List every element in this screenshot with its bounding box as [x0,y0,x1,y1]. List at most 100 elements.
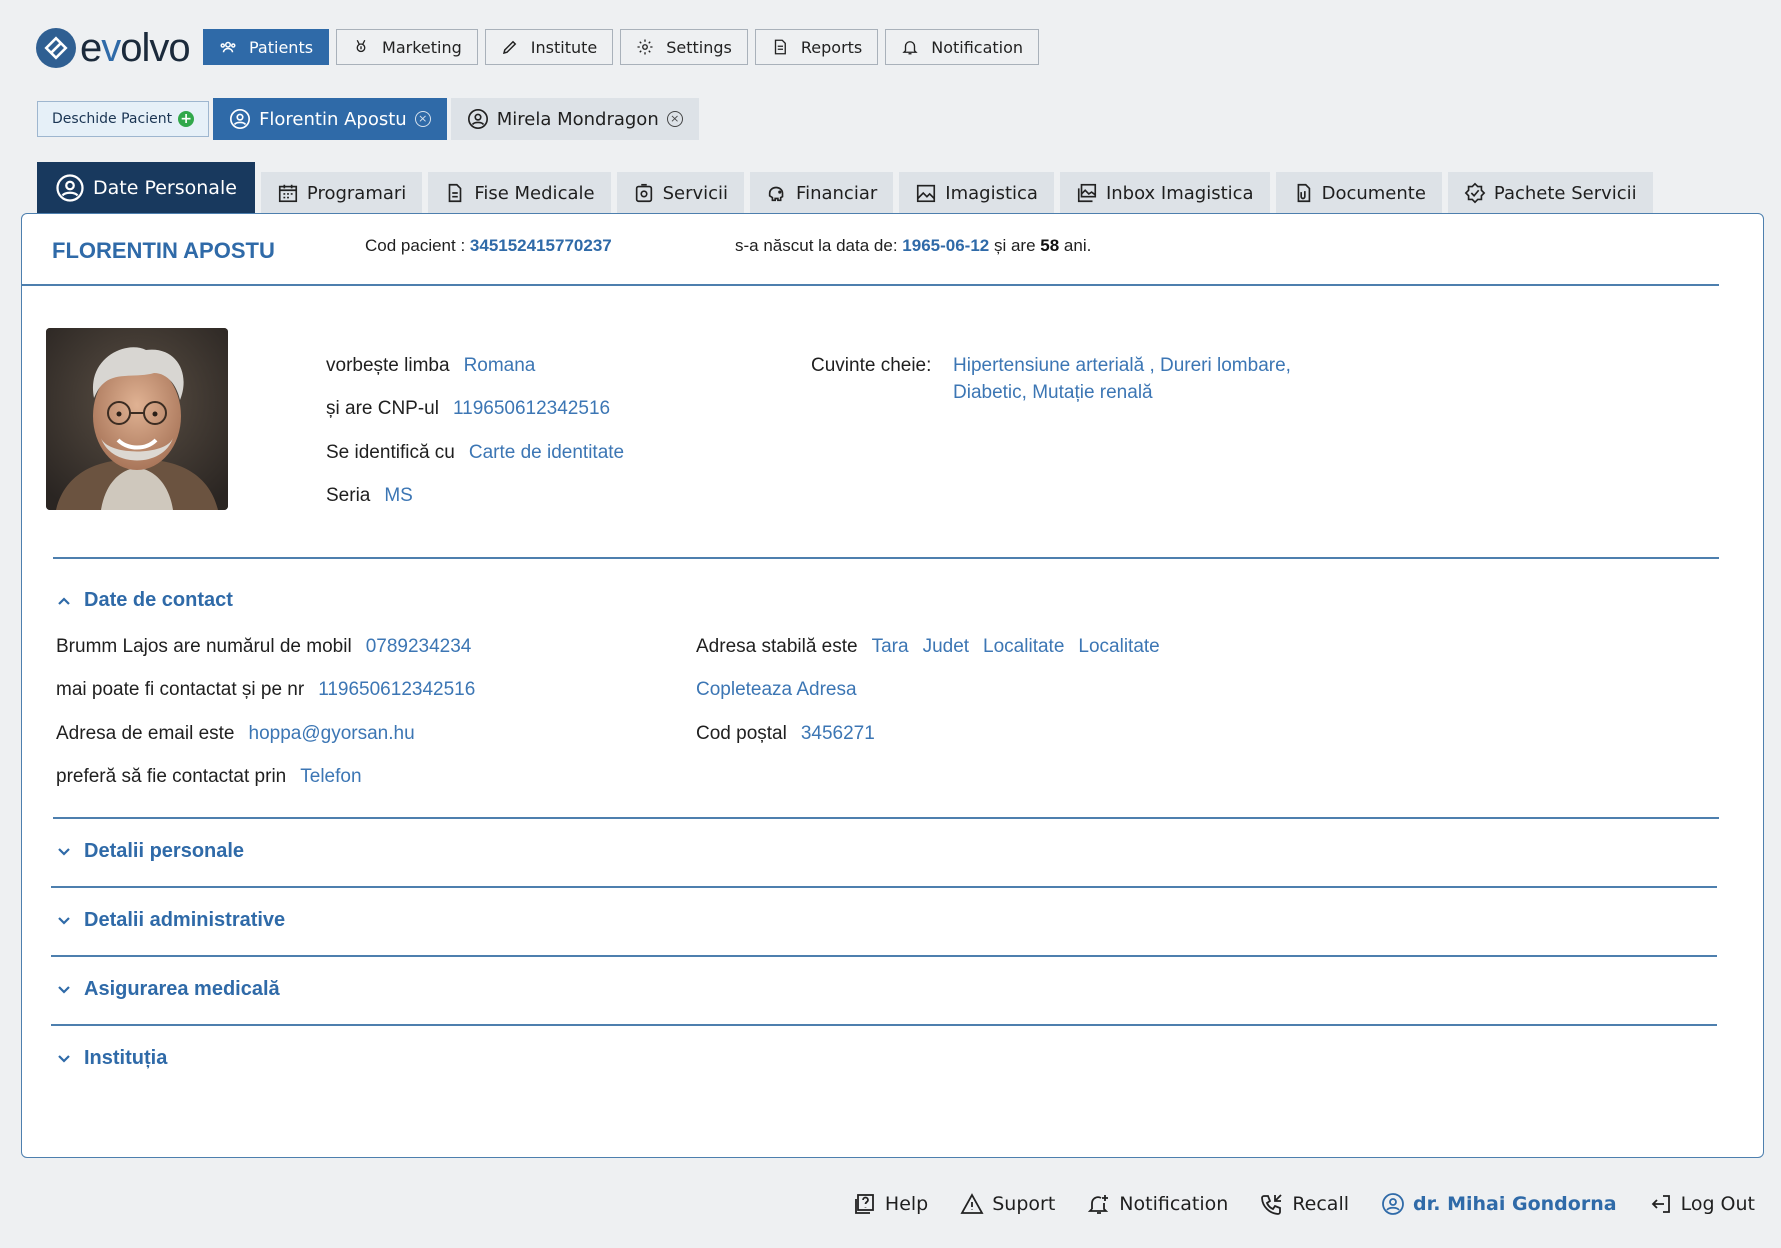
accordion-detalii-personale[interactable]: Detalii personale [56,840,244,863]
plus-icon: + [178,111,195,127]
tab-date-personale[interactable]: Date Personale [37,162,255,214]
tab-servicii[interactable]: Servicii [616,172,745,214]
help-button[interactable]: Help [853,1192,928,1216]
accordion-title: Detalii administrative [84,909,286,931]
nav-label: Marketing [382,37,462,57]
help-icon [855,1194,874,1214]
chevron-down-icon [58,916,70,925]
accordion-date-de-contact[interactable]: Date de contact [56,589,233,612]
alt-phone-value[interactable]: 119650612342516 [318,679,475,700]
tab-documente[interactable]: Documente [1275,172,1442,214]
language-row: vorbește limba Romana [326,355,536,376]
age-value: 58 [1040,236,1060,255]
tab-programari[interactable]: Programari [260,172,423,214]
mobile-row: Brumm Lajos are numărul de mobil 07892342… [56,636,472,657]
pen-icon [502,40,517,55]
divider [22,284,1719,286]
tab-label: Financiar [796,182,878,204]
patient-tab-label: Mirela Mondragon [496,108,659,130]
close-icon[interactable]: × [414,111,431,127]
keywords-label: Cuvinte cheie: [811,355,932,376]
series-value[interactable]: MS [384,485,413,506]
tab-inbox-imagistica[interactable]: Inbox Imagistica [1059,172,1270,214]
bell-icon [902,41,918,55]
footer-bar: Help Suport Notification Recall dr. Miha… [853,1186,1755,1222]
patient-tab-label: Florentin Apostu [259,108,407,130]
nav-marketing-button[interactable]: Marketing [336,29,478,65]
keywords-line-1[interactable]: Hipertensiune arterială , Dureri lombare… [953,355,1291,377]
logo-icon [36,28,76,68]
brand-logo[interactable]: evolvo [36,26,191,70]
keywords-line-2[interactable]: Diabetic, Mutație renală [953,382,1153,404]
patient-code: Cod pacient : 345152415770237 [365,236,612,255]
gear-icon [637,39,653,55]
close-icon[interactable]: × [666,111,683,127]
chevron-down-icon [58,1054,70,1063]
award-icon [356,39,366,53]
accordion-institutia[interactable]: Instituția [56,1047,167,1070]
accordion-detalii-administrative[interactable]: Detalii administrative [56,909,285,932]
nav-settings-button[interactable]: Settings [620,29,748,65]
divider [51,955,1717,957]
address-locality-2[interactable]: Localitate [1078,636,1159,657]
patient-code-value: 345152415770237 [469,236,612,255]
cnp-value[interactable]: 119650612342516 [453,398,610,419]
tab-label: Programari [306,182,407,204]
nav-label: Settings [666,37,732,57]
address-country[interactable]: Tara [872,636,909,657]
document-icon [448,183,462,203]
patient-avatar[interactable] [46,328,228,510]
patient-birth-info: s-a născut la data de: 1965-06-12 și are… [735,236,1092,255]
nav-institute-button[interactable]: Institute [484,29,614,65]
language-value[interactable]: Romana [464,355,536,376]
address-county[interactable]: Judet [923,636,969,657]
birth-date: 1965-06-12 [902,236,990,255]
notification-button[interactable]: Notification [1087,1192,1228,1216]
mobile-value[interactable]: 0789234234 [366,636,472,657]
support-label: Suport [992,1193,1056,1215]
tab-fise-medicale[interactable]: Fise Medicale [428,172,611,214]
tab-label: Documente [1321,182,1426,204]
divider [53,557,1719,559]
recall-button[interactable]: Recall [1260,1192,1349,1216]
tab-label: Inbox Imagistica [1105,182,1254,204]
phone-recall-icon [1261,1194,1282,1215]
postal-code-row: Cod poștal 3456271 [696,723,875,744]
logout-button[interactable]: Log Out [1649,1192,1755,1216]
nav-label: Notification [931,37,1024,57]
nav-reports-button[interactable]: Reports [754,29,879,65]
nav-notification-button[interactable]: Notification [885,29,1040,65]
complete-address-link[interactable]: Copleteaza Adresa [696,679,857,701]
address-locality[interactable]: Localitate [983,636,1064,657]
tab-label: Fise Medicale [474,182,595,204]
tab-label: Pachete Servicii [1493,182,1637,204]
files-icon [1297,183,1310,203]
id-document-row: Se identifică cu Carte de identitate [326,442,625,463]
postal-code-value[interactable]: 3456271 [801,723,875,744]
support-button[interactable]: Suport [960,1192,1055,1216]
main-nav: Patients Marketing Institute Settings Re… [203,29,1040,65]
current-user[interactable]: dr. Mihai Gondorna [1381,1192,1617,1216]
contact-preference-value[interactable]: Telefon [300,766,361,787]
series-row: Seria MS [326,485,413,506]
patient-name: FLORENTIN APOSTU [52,238,275,263]
accordion-title: Asigurarea medicală [84,978,280,1000]
divider [53,817,1719,819]
user-circle-icon [467,109,488,129]
email-value[interactable]: hoppa@gyorsan.hu [249,723,415,744]
notification-label: Notification [1119,1193,1229,1215]
piggy-bank-icon [768,186,784,202]
patient-tab-mirela[interactable]: Mirela Mondragon × [450,98,699,140]
open-patient-button[interactable]: Deschide Pacient + [37,101,210,137]
help-label: Help [884,1193,929,1215]
cnp-row: și are CNP-ul 119650612342516 [326,398,611,419]
bell-plus-icon [1088,1195,1109,1214]
nav-patients-button[interactable]: Patients [203,29,330,65]
nav-label: Institute [530,37,598,57]
accordion-asigurarea-medicala[interactable]: Asigurarea medicală [56,978,280,1001]
patient-tab-florentin[interactable]: Florentin Apostu × [213,98,447,140]
id-document-value[interactable]: Carte de identitate [469,442,624,463]
tab-financiar[interactable]: Financiar [750,172,894,214]
tab-imagistica[interactable]: Imagistica [899,172,1054,214]
tab-pachete-servicii[interactable]: Pachete Servicii [1447,172,1653,214]
